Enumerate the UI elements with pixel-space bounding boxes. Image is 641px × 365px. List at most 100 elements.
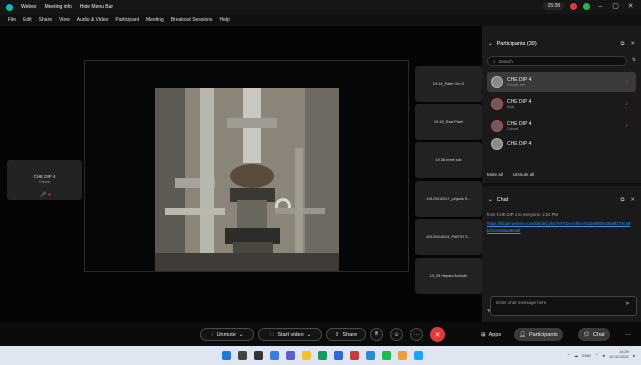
search-icon[interactable] bbox=[238, 351, 247, 360]
popout-icon[interactable]: ⧉ bbox=[620, 197, 624, 204]
participant-search-input[interactable]: ⌕ Search bbox=[487, 56, 627, 66]
collapse-icon[interactable]: ⌄ bbox=[488, 41, 493, 47]
tile-name: CHE DIP 4 bbox=[33, 174, 56, 179]
popout-icon[interactable]: ⧉ bbox=[620, 41, 624, 48]
menu-view[interactable]: View bbox=[59, 17, 70, 23]
chat-title: Chat bbox=[496, 197, 509, 203]
panel-divider[interactable] bbox=[482, 183, 641, 186]
menu-participant[interactable]: Participant bbox=[115, 17, 139, 23]
side-panel: ⌄ Participants (39) ⧉ ✕ ⌕ Search ⇅ CHE D… bbox=[482, 26, 641, 322]
participant-tile[interactable]: 19120010024_PARTH S... bbox=[415, 219, 482, 255]
app-icon[interactable] bbox=[366, 351, 375, 360]
close-window-button[interactable]: ✕ bbox=[626, 2, 635, 10]
share-icon: ⇪ bbox=[334, 331, 340, 338]
chevron-up-icon[interactable]: ⌃ bbox=[567, 353, 570, 358]
sort-icon[interactable]: ⇅ bbox=[632, 57, 636, 63]
chat-icon: 💬︎ bbox=[583, 331, 590, 338]
shared-video bbox=[155, 88, 339, 271]
app-icon[interactable] bbox=[350, 351, 359, 360]
share-button[interactable]: ⇪ Share bbox=[326, 328, 366, 341]
unmute-button[interactable]: ♪ Unmute ⌄ bbox=[200, 328, 254, 341]
menu-edit[interactable]: Edit bbox=[23, 17, 32, 23]
participant-tile-self[interactable]: CHE DIP 4 Cohost 🎤︎ ● bbox=[7, 160, 82, 200]
volume-icon[interactable]: 🔊︎ bbox=[603, 353, 606, 358]
wifi-icon[interactable]: ⌔ bbox=[595, 352, 599, 358]
task-view-icon[interactable] bbox=[254, 351, 263, 360]
meeting-timer: 15:38 bbox=[543, 2, 564, 10]
chat-message-link[interactable]: https://ldrpitr.webex.com/ldrpitr/j.php?… bbox=[487, 220, 632, 234]
meeting-info-button[interactable]: Meeting info bbox=[44, 4, 71, 10]
meeting-controls: ♪ Unmute ⌄ ▭ Start video ⌄ ⇪ Share ✋︎ ☺ … bbox=[0, 322, 641, 346]
avatar bbox=[491, 120, 503, 132]
hide-menu-bar-button[interactable]: Hide Menu Bar bbox=[80, 4, 113, 10]
participant-tile[interactable]: 19-38 meet sdc bbox=[415, 142, 482, 178]
start-video-button[interactable]: ▭ Start video ⌄ bbox=[258, 328, 322, 341]
menu-file[interactable]: File bbox=[8, 17, 16, 23]
teams-icon[interactable] bbox=[286, 351, 295, 360]
mic-muted-icon[interactable]: ♪ bbox=[625, 123, 628, 129]
participant-name: CHE DIP 4 bbox=[507, 141, 532, 147]
participant-row[interactable]: CHE DIP 4 bbox=[487, 138, 636, 150]
minimize-button[interactable]: – bbox=[596, 3, 605, 10]
menu-share[interactable]: Share bbox=[39, 17, 52, 23]
reactions-button[interactable]: ☺ bbox=[390, 328, 403, 341]
clock[interactable]: 14:29 10-02-2022 bbox=[609, 350, 628, 360]
notification-icon[interactable]: ● bbox=[633, 353, 635, 358]
close-panel-icon[interactable]: ✕ bbox=[630, 41, 635, 48]
participant-tile[interactable]: 19-18_Ravi Patel bbox=[415, 104, 482, 140]
close-panel-icon[interactable]: ✕ bbox=[630, 197, 635, 204]
chat-message-meta: from CHE DIP 4 to everyone: 2:24 PM bbox=[487, 212, 558, 217]
menu-meeting[interactable]: Meeting bbox=[146, 17, 164, 23]
edge-icon[interactable] bbox=[318, 351, 327, 360]
mic-muted-icon[interactable]: ♪ bbox=[625, 101, 628, 107]
chevron-down-icon: ⌄ bbox=[306, 331, 312, 338]
participant-tile[interactable]: 19_05 Hepani Anirudh bbox=[415, 258, 482, 294]
chat-header[interactable]: ⌄ Chat ⧉ ✕ bbox=[482, 194, 641, 206]
menu-breakout-sessions[interactable]: Breakout Sessions bbox=[171, 17, 213, 23]
more-options-button[interactable]: ··· bbox=[410, 328, 423, 341]
menu-help[interactable]: Help bbox=[220, 17, 230, 23]
cloud-icon[interactable]: ☁ bbox=[574, 353, 578, 358]
connection-icon bbox=[583, 2, 590, 10]
search-placeholder: Search bbox=[498, 58, 513, 64]
raise-hand-button[interactable]: ✋︎ bbox=[370, 328, 383, 341]
unmute-label: Unmute bbox=[216, 331, 236, 338]
mute-all-button[interactable]: Mute all bbox=[487, 172, 503, 177]
app-icon[interactable] bbox=[398, 351, 407, 360]
apps-icon: ⊞ bbox=[481, 331, 486, 338]
menu-audio-video[interactable]: Audio & Video bbox=[77, 17, 109, 23]
participant-tile[interactable]: 19-14_Patel Om D bbox=[415, 66, 482, 102]
chevron-down-icon: ⌄ bbox=[238, 331, 244, 338]
maximize-button[interactable]: ▢ bbox=[611, 2, 620, 10]
title-bar: Webex Meeting info Hide Menu Bar 15:38 –… bbox=[0, 0, 641, 14]
store-icon[interactable] bbox=[334, 351, 343, 360]
participant-row[interactable]: CHE DIP 4 Cohost ♪ bbox=[487, 116, 636, 136]
leave-meeting-button[interactable]: ✕ bbox=[430, 327, 445, 342]
video-off-icon: ▭ bbox=[268, 332, 275, 338]
app-name: Webex bbox=[21, 4, 37, 10]
collapse-icon[interactable]: ⌄ bbox=[488, 197, 493, 203]
unmute-all-button[interactable]: Unmute all bbox=[513, 172, 535, 177]
chat-message-input[interactable]: Enter chat message here bbox=[490, 296, 637, 316]
mic-muted-icon: ♪ bbox=[210, 331, 214, 338]
apps-button[interactable]: ⊞ Apps bbox=[476, 328, 506, 341]
participant-row[interactable]: CHE DIP 4 Host ♪ bbox=[487, 94, 636, 114]
participant-row[interactable]: CHE DIP 4 Cohost, me ♪ bbox=[487, 72, 636, 92]
avatar bbox=[491, 98, 503, 110]
menu-bar: File Edit Share View Audio & Video Parti… bbox=[0, 14, 641, 26]
mic-muted-icon[interactable]: ♪ bbox=[625, 79, 628, 85]
participant-tile[interactable]: 19120010017_pirjanik R... bbox=[415, 181, 482, 217]
participants-label: Participants bbox=[528, 331, 558, 338]
app-icon[interactable] bbox=[382, 351, 391, 360]
webex-icon[interactable] bbox=[414, 351, 423, 360]
send-icon[interactable]: ➤ bbox=[625, 300, 630, 307]
file-explorer-icon[interactable] bbox=[302, 351, 311, 360]
start-icon[interactable] bbox=[222, 351, 231, 360]
more-panels-button[interactable]: ··· bbox=[620, 328, 636, 341]
chat-button[interactable]: 💬︎ Chat bbox=[578, 328, 610, 341]
language-indicator[interactable]: ENG bbox=[582, 353, 591, 358]
participants-header[interactable]: ⌄ Participants (39) ⧉ ✕ bbox=[482, 38, 641, 50]
participants-button[interactable]: 👤︎ Participants bbox=[514, 328, 563, 341]
participant-role: Host bbox=[507, 105, 515, 109]
widgets-icon[interactable] bbox=[270, 351, 279, 360]
